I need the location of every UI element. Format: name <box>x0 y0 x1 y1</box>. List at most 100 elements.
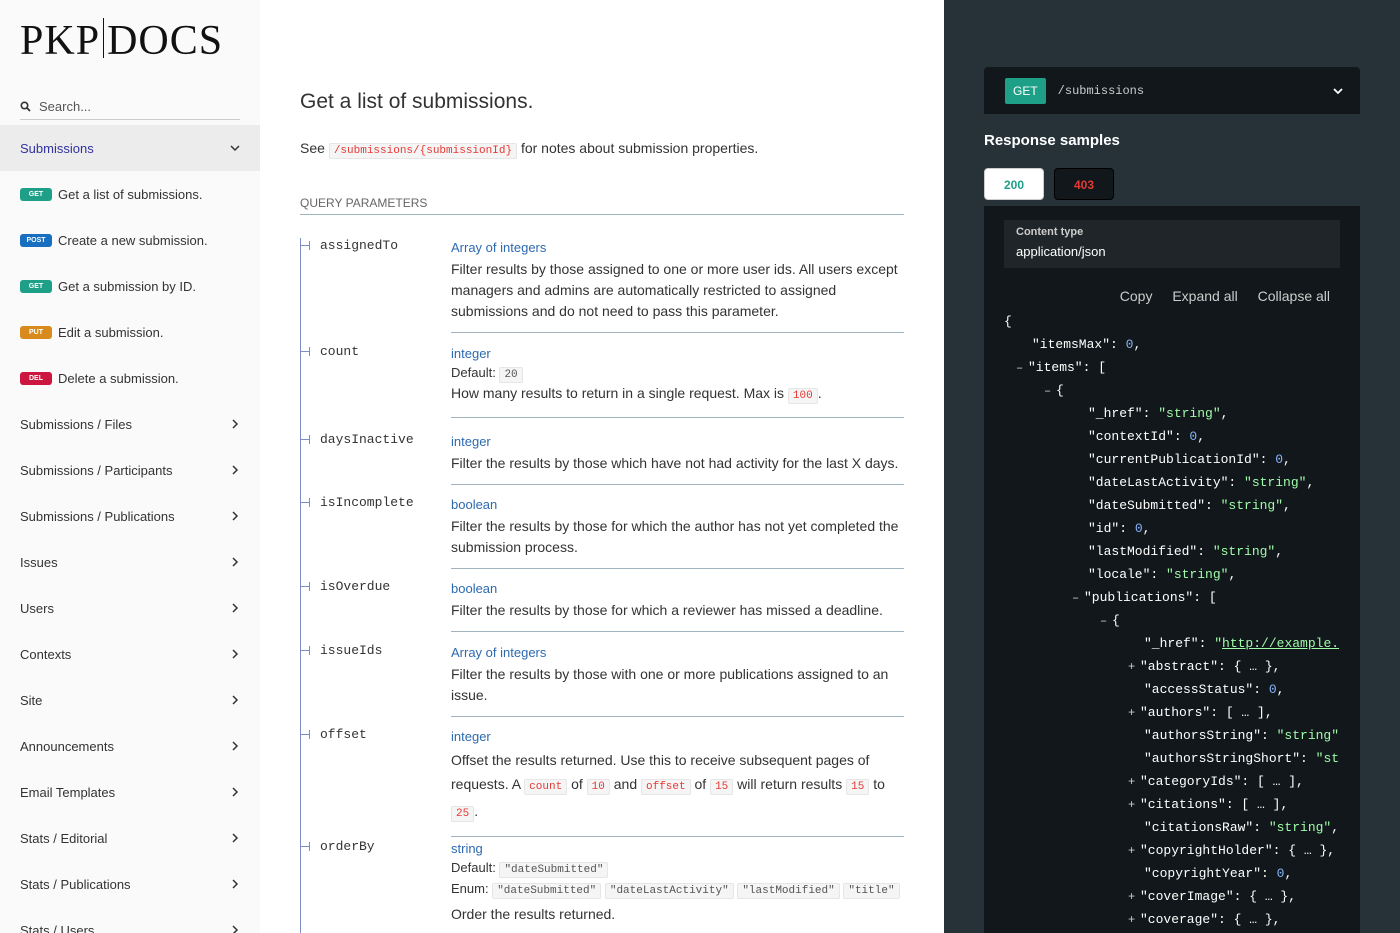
json-punct: , <box>1306 475 1315 490</box>
inline-code: 15 <box>710 779 734 795</box>
json-value: { … } <box>1233 659 1273 674</box>
expand-toggle-icon[interactable]: + <box>1128 794 1140 817</box>
json-line[interactable]: + "coverage": { … }, <box>1128 908 1280 931</box>
chevron-right-icon <box>232 511 239 521</box>
tree-tick <box>300 241 310 251</box>
sidebar-group[interactable]: Users <box>0 585 260 631</box>
expand-toggle-icon[interactable]: + <box>1128 702 1140 725</box>
json-value: "string" <box>1166 567 1229 582</box>
logo-left: PKP <box>20 18 101 64</box>
copy-button[interactable]: Copy <box>1120 288 1153 304</box>
operation-description: See /submissions/{submissionId} for note… <box>300 140 759 159</box>
sidebar-group[interactable]: Submissions / Publications <box>0 493 260 539</box>
param-description: Order the results returned. <box>451 906 616 922</box>
json-key: "dateSubmitted": <box>1088 498 1221 513</box>
param-name: daysInactive <box>300 432 414 447</box>
collapse-toggle-icon[interactable]: – <box>1016 357 1028 380</box>
sidebar-op-get-by-id[interactable]: GET Get a submission by ID. <box>0 263 260 309</box>
sidebar-group-label: Users <box>20 600 54 616</box>
tree-tick <box>300 435 310 445</box>
response-tab-403[interactable]: 403 <box>1054 168 1114 200</box>
json-value: { … } <box>1249 889 1289 904</box>
json-punct: , <box>1327 843 1336 858</box>
json-line[interactable]: –{ <box>1044 379 1064 402</box>
json-key: "authorsStringShort": <box>1144 751 1316 766</box>
json-line[interactable]: + "coverImage": { … }, <box>1128 885 1296 908</box>
sidebar-nav: Submissions GET Get a list of submissions… <box>0 125 260 933</box>
desc-rest: for notes about submission properties. <box>520 140 759 156</box>
json-key: "_href": <box>1144 636 1215 651</box>
sidebar-group-label: Site <box>20 692 43 708</box>
json-line[interactable]: + "abstract": { … }, <box>1128 655 1280 678</box>
json-punct: , <box>1264 705 1273 720</box>
expand-toggle-icon[interactable]: + <box>1128 909 1140 931</box>
json-punct: , <box>1197 429 1206 444</box>
json-value: [ … ] <box>1257 774 1297 789</box>
json-line[interactable]: – "items": [ <box>1016 356 1106 379</box>
param-name: issueIds <box>300 643 382 658</box>
sidebar-group[interactable]: Announcements <box>0 723 260 769</box>
sidebar-group-submissions[interactable]: Submissions <box>0 125 260 171</box>
sidebar-group[interactable]: Stats / Publications <box>0 861 260 907</box>
json-value[interactable]: "http://example. <box>1214 636 1339 651</box>
collapse-toggle-icon[interactable]: – <box>1072 587 1084 610</box>
collapse-toggle-icon[interactable]: – <box>1100 610 1112 633</box>
search-input[interactable] <box>39 98 229 114</box>
sidebar-group[interactable]: Site <box>0 677 260 723</box>
text-pre: How many results to return in a single r… <box>451 385 785 401</box>
expand-all-button[interactable]: Expand all <box>1172 288 1237 304</box>
collapse-all-button[interactable]: Collapse all <box>1258 288 1330 304</box>
sidebar-group[interactable]: Submissions / Participants <box>0 447 260 493</box>
max-value: 100 <box>787 388 818 404</box>
param-type: Array of integers <box>451 645 547 660</box>
expand-toggle-icon[interactable]: + <box>1128 840 1140 863</box>
logo[interactable]: PKP DOCS <box>20 18 223 63</box>
expand-toggle-icon[interactable]: + <box>1128 886 1140 909</box>
json-quote: " <box>1214 636 1223 651</box>
expand-toggle-icon[interactable]: + <box>1128 656 1140 679</box>
sidebar-op-edit[interactable]: PUT Edit a submission. <box>0 309 260 355</box>
json-key: "citationsRaw": <box>1144 820 1269 835</box>
sidebar-group[interactable]: Stats / Editorial <box>0 815 260 861</box>
json-punct: , <box>1276 682 1285 697</box>
json-value: [ … ] <box>1225 705 1265 720</box>
sidebar-group-label: Issues <box>20 554 58 570</box>
json-key: "categoryIds": <box>1140 774 1258 789</box>
json-line[interactable]: + "citations": [ … ], <box>1128 793 1288 816</box>
text-part: . <box>474 803 479 819</box>
param-description: Filter the results by those for which th… <box>451 518 899 555</box>
json-value: "string" <box>1158 406 1221 421</box>
sidebar-op-create[interactable]: POST Create a new submission. <box>0 217 260 263</box>
sidebar-op-get-list[interactable]: GET Get a list of submissions. <box>0 171 260 217</box>
sidebar-group-label: Stats / Users <box>20 922 95 933</box>
json-line[interactable]: –{ <box>1100 609 1120 632</box>
json-punct: , <box>1228 567 1237 582</box>
json-line: "lastModified": "string", <box>1088 540 1283 563</box>
search-box <box>20 93 240 120</box>
json-line[interactable]: + "categoryIds": [ … ], <box>1128 770 1304 793</box>
sidebar-group[interactable]: Email Templates <box>0 769 260 815</box>
json-line[interactable]: + "copyrightHolder": { … }, <box>1128 839 1335 862</box>
sidebar-group[interactable]: Contexts <box>0 631 260 677</box>
sidebar-group[interactable]: Submissions / Files <box>0 401 260 447</box>
endpoint-selector[interactable]: GET /submissions <box>984 67 1360 114</box>
enum-value: "lastModified" <box>737 883 840 899</box>
content-type-box[interactable]: Content type application/json <box>1004 220 1340 268</box>
json-punct: { <box>1004 314 1012 329</box>
param-name: assignedTo <box>300 238 398 253</box>
expand-toggle-icon[interactable]: + <box>1128 771 1140 794</box>
sidebar-op-delete[interactable]: DEL Delete a submission. <box>0 355 260 401</box>
collapse-toggle-icon[interactable]: – <box>1044 380 1056 403</box>
param-name-text: offset <box>320 727 367 742</box>
json-line[interactable]: – "publications": [ <box>1072 586 1217 609</box>
endpoint-method: GET <box>1005 77 1046 104</box>
param-name: isIncomplete <box>300 495 414 510</box>
param-enum: Enum: "dateSubmitted" "dateLastActivity"… <box>451 878 904 902</box>
json-value: [ <box>1098 360 1107 375</box>
response-tab-200[interactable]: 200 <box>984 168 1044 200</box>
sidebar-group[interactable]: Stats / Users <box>0 907 260 933</box>
json-line[interactable]: + "authors": [ … ], <box>1128 701 1273 724</box>
sidebar-group[interactable]: Issues <box>0 539 260 585</box>
json-punct: , <box>1283 498 1291 513</box>
json-link[interactable]: http://example. <box>1222 636 1339 651</box>
